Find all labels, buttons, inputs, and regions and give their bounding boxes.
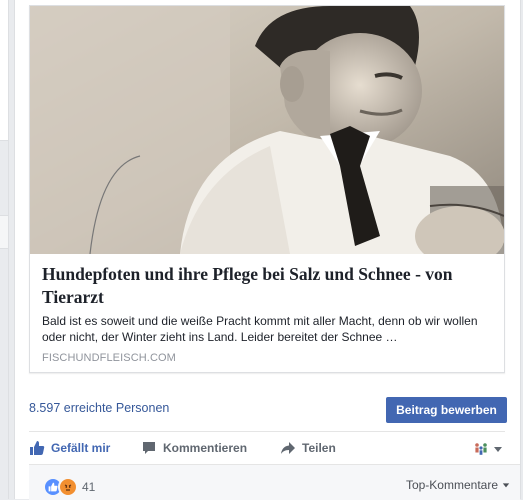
left-panel-item[interactable] [0,215,8,249]
post-actions: Gefällt mir Kommentieren Teilen [29,432,505,464]
reactions-summary[interactable]: 41 [43,477,95,497]
boost-post-button[interactable]: Beitrag bewerben [386,397,507,423]
audience-selector[interactable] [473,442,503,456]
like-button[interactable]: Gefällt mir [29,432,110,464]
comment-sort-dropdown[interactable]: Top-Kommentare [406,478,510,492]
comment-icon [143,442,155,454]
angry-reaction-icon [58,477,78,497]
reaction-count: 41 [82,480,96,494]
sort-label: Top-Kommentare [405,478,498,492]
link-preview[interactable]: Hundepfoten und ihre Pflege bei Salz und… [29,5,505,373]
post-card: Hundepfoten und ihre Pflege bei Salz und… [14,0,521,500]
link-description[interactable]: Bald ist es soweit und die weiße Pracht … [42,313,498,345]
comment-label: Kommentieren [163,441,248,455]
comments-footer: 41 Top-Kommentare [29,464,520,500]
comment-button[interactable]: Kommentieren [141,432,247,464]
left-column-edge [0,0,9,499]
caret-down-icon [494,447,502,452]
thumbs-up-icon [30,441,45,455]
chevron-down-icon [502,483,510,488]
link-title[interactable]: Hundepfoten und ihre Pflege bei Salz und… [42,263,494,309]
link-preview-image[interactable] [30,6,504,254]
reach-row: 8.597 erreichte Personen Beitrag bewerbe… [29,391,507,423]
like-label: Gefällt mir [51,441,111,455]
share-arrow-icon [281,442,295,454]
vintage-photo-image [30,6,504,254]
link-domain[interactable]: FISCHUNDFLEISCH.COM [42,352,176,364]
share-button[interactable]: Teilen [280,432,336,464]
friends-icon [475,443,487,455]
left-panel-card [0,0,8,141]
reach-insights-link[interactable]: 8.597 erreichte Personen [29,401,169,415]
share-label: Teilen [302,441,336,455]
